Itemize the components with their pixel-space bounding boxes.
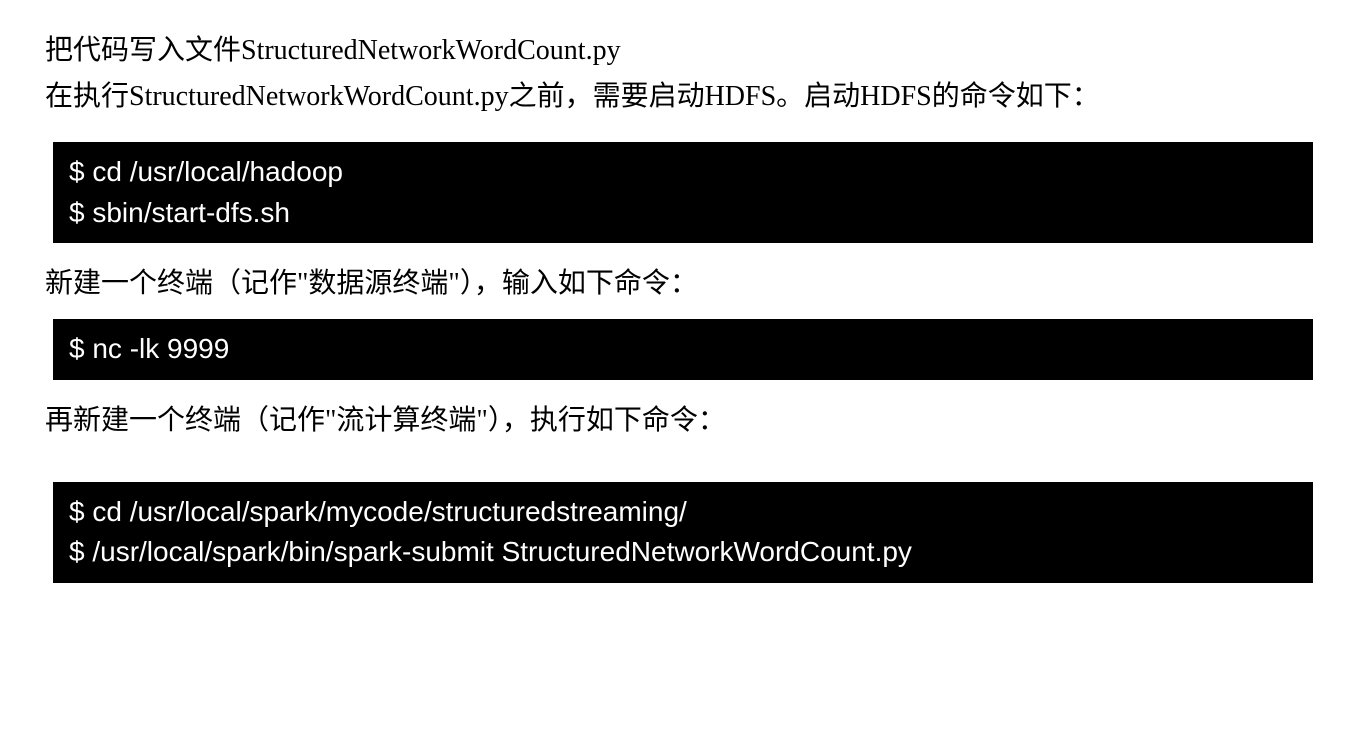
paragraph-data-source-terminal: 新建一个终端（记作"数据源终端"），输入如下命令： [45,263,1321,305]
intro-line-2: 在执行StructuredNetworkWordCount.py之前，需要启动H… [45,76,1321,118]
code-line: $ sbin/start-dfs.sh [69,197,290,228]
code-line: $ cd /usr/local/hadoop [69,156,343,187]
code-line: $ /usr/local/spark/bin/spark-submit Stru… [69,536,912,567]
intro-paragraph-group: 把代码写入文件StructuredNetworkWordCount.py 在执行… [45,30,1321,118]
paragraph-stream-terminal: 再新建一个终端（记作"流计算终端"），执行如下命令： [45,400,1321,442]
code-block-hdfs: $ cd /usr/local/hadoop $ sbin/start-dfs.… [53,142,1313,243]
code-line: $ cd /usr/local/spark/mycode/structureds… [69,496,687,527]
intro-line-1: 把代码写入文件StructuredNetworkWordCount.py [45,30,1321,72]
code-line: $ nc -lk 9999 [69,333,229,364]
code-block-nc: $ nc -lk 9999 [53,319,1313,380]
code-block-spark-submit: $ cd /usr/local/spark/mycode/structureds… [53,482,1313,583]
